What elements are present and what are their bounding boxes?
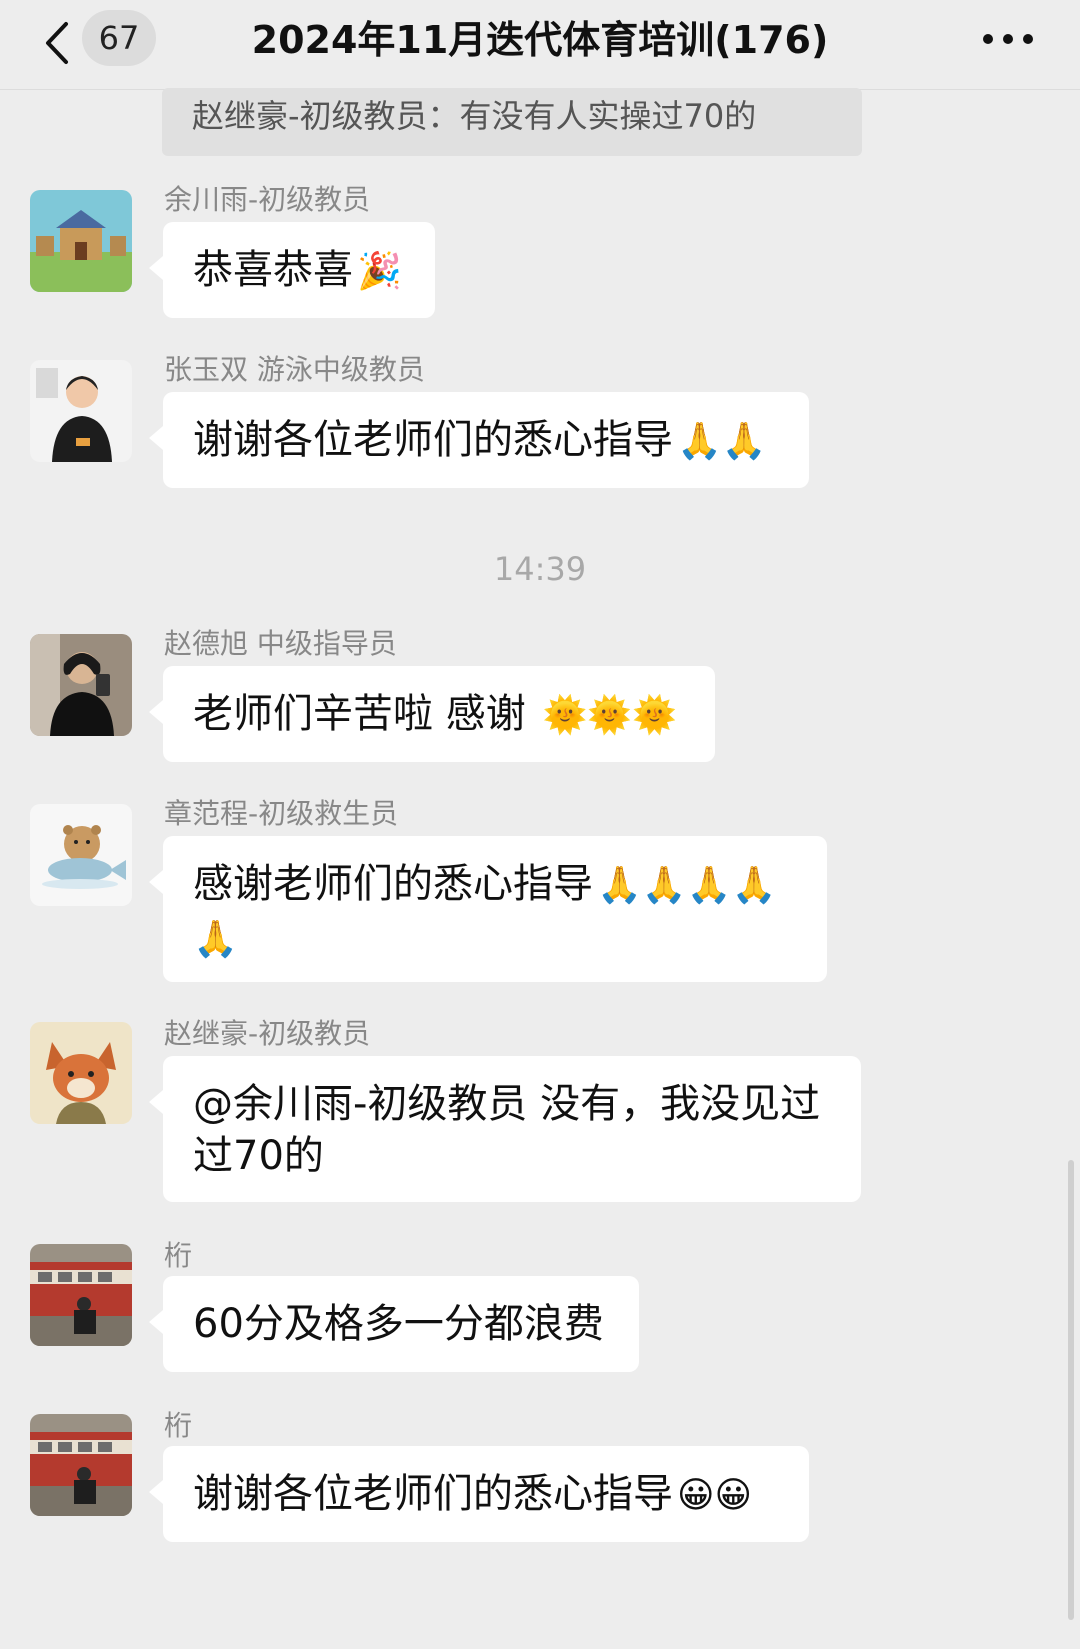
more-options-icon[interactable]: [980, 24, 1040, 54]
message-text: 感谢老师们的悉心指导: [193, 861, 593, 907]
unread-count-badge[interactable]: 67: [82, 10, 156, 66]
sun-emoji: 🌞🌞🌞: [542, 695, 677, 736]
message-bubble[interactable]: 恭喜恭喜 🎉: [149, 222, 435, 318]
quoted-message[interactable]: 赵继豪-初级教员：有没有人实操过70的: [162, 88, 862, 156]
woman-portrait-avatar[interactable]: [30, 360, 132, 462]
sender-name: 余川雨-初级教员: [164, 183, 371, 216]
grinning-face-emoji: 😀😀: [677, 1475, 753, 1516]
message-text: 老师们辛苦啦 感谢: [193, 691, 539, 737]
scrollbar[interactable]: [1068, 1160, 1074, 1620]
message-bubble[interactable]: 60分及格多一分都浪费: [149, 1276, 639, 1372]
message-text: 谢谢各位老师们的悉心指导: [193, 1471, 673, 1517]
house-scene-avatar[interactable]: [30, 190, 132, 292]
folded-hands-emoji: 🙏🙏🙏🙏: [597, 865, 777, 906]
sender-name: 章范程-初级救生员: [164, 797, 399, 830]
message-text: 恭喜恭喜: [193, 247, 353, 293]
capybara-fish-avatar[interactable]: [30, 804, 132, 906]
message-text: 谢谢各位老师们的悉心指导: [193, 417, 673, 463]
sender-name: 赵继豪-初级教员: [164, 1017, 371, 1050]
message-bubble[interactable]: 谢谢各位老师们的悉心指导 🙏🙏: [149, 392, 809, 488]
message-text: @余川雨-初级教员 没有，我没见过: [193, 1081, 821, 1127]
fox-cartoon-avatar[interactable]: [30, 1022, 132, 1124]
folded-hands-emoji: 🙏🙏: [677, 421, 767, 462]
party-popper-emoji: 🎉: [357, 251, 402, 292]
message-bubble[interactable]: 谢谢各位老师们的悉心指导 😀😀: [149, 1446, 809, 1542]
mirror-selfie-avatar[interactable]: [30, 634, 132, 736]
back-icon[interactable]: [40, 18, 80, 68]
chat-title: 2024年11月迭代体育培训(176): [251, 18, 829, 62]
message-bubble[interactable]: @余川雨-初级教员 没有，我没见过 过70的: [149, 1056, 861, 1202]
sender-name: 张玉双 游泳中级教员: [164, 353, 425, 386]
sender-name: 桁: [164, 1239, 193, 1272]
bus-photo-avatar[interactable]: [30, 1414, 132, 1516]
message-bubble[interactable]: 老师们辛苦啦 感谢 🌞🌞🌞: [149, 666, 715, 762]
bus-photo-avatar[interactable]: [30, 1244, 132, 1346]
folded-hands-emoji: 🙏: [193, 919, 238, 960]
sender-name: 桁: [164, 1409, 193, 1442]
message-bubble[interactable]: 感谢老师们的悉心指导 🙏🙏🙏🙏 🙏: [149, 836, 827, 982]
chat-header: 67 2024年11月迭代体育培训(176): [0, 0, 1080, 90]
message-text: 60分及格多一分都浪费: [193, 1301, 604, 1347]
time-divider: 14:39: [493, 550, 587, 588]
message-text-continued: 过70的: [193, 1133, 324, 1179]
sender-name: 赵德旭 中级指导员: [164, 627, 397, 660]
